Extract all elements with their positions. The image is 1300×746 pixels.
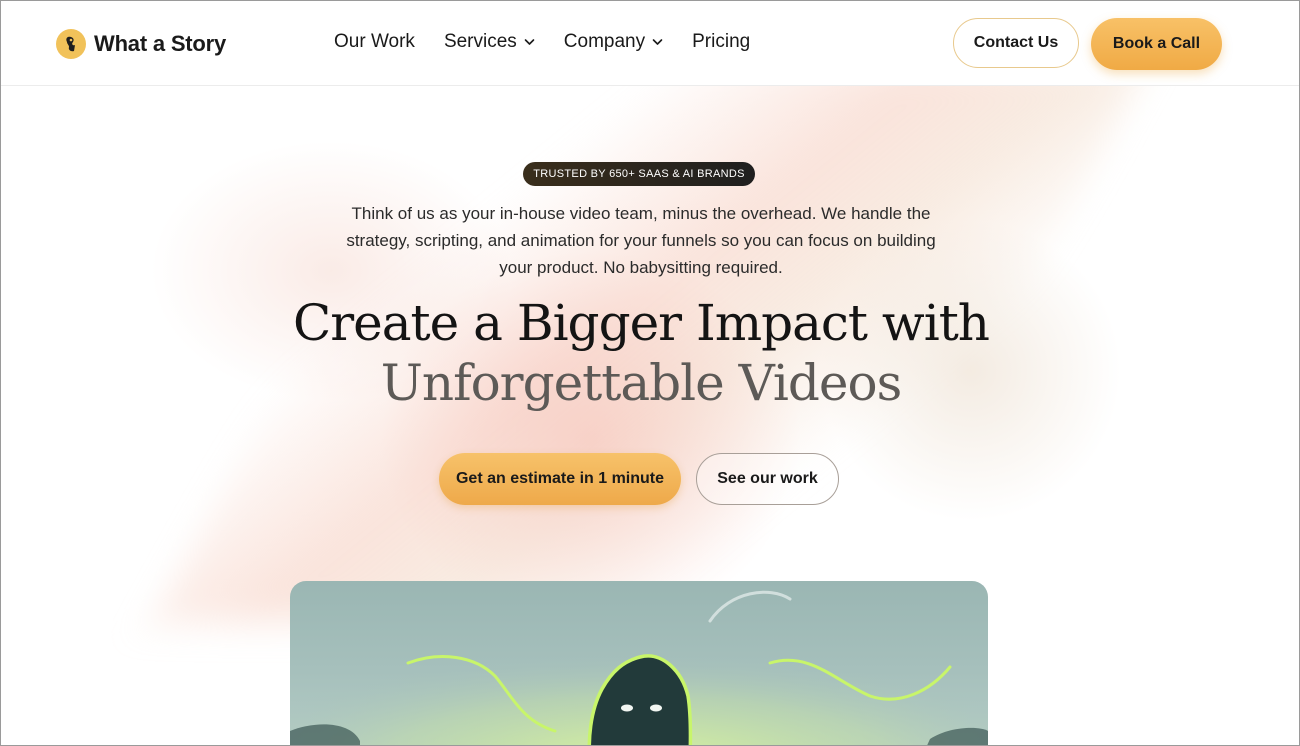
nav-item-services[interactable]: Services	[444, 31, 535, 53]
hero-subtitle-line: Think of us as your in-house video team,…	[351, 204, 931, 223]
chevron-down-icon	[652, 38, 663, 46]
top-navigation: What a Story Our Work Services Company P…	[1, 1, 1299, 86]
hero-subtitle-line: your product. No babysitting required.	[499, 258, 783, 277]
brand-logo-icon	[56, 29, 86, 59]
nav-item-label: Services	[443, 31, 517, 52]
hero-subtitle: Think of us as your in-house video team,…	[321, 200, 961, 281]
nav-item-label: Company	[563, 31, 646, 52]
nav-item-our-work[interactable]: Our Work	[334, 31, 415, 53]
nav-item-company[interactable]: Company	[564, 31, 663, 53]
hero-video-preview[interactable]	[290, 581, 988, 745]
get-estimate-button[interactable]: Get an estimate in 1 minute	[439, 453, 681, 505]
hero-subtitle-line: strategy, scripting, and animation for y…	[346, 231, 936, 250]
hero-headline-line-2: Unforgettable Videos	[380, 354, 903, 412]
trust-badge: TRUSTED BY 650+ SAAS & AI BRANDS	[523, 162, 755, 186]
video-character-illustration	[290, 581, 988, 745]
page: What a Story Our Work Services Company P…	[0, 0, 1300, 746]
hero-headline-line-1: Create a Bigger Impact with	[292, 294, 990, 352]
book-a-call-button[interactable]: Book a Call	[1091, 18, 1222, 70]
nav-item-label: Our Work	[334, 31, 415, 52]
chevron-down-icon	[524, 38, 535, 46]
nav-item-label: Pricing	[692, 31, 751, 52]
contact-us-button[interactable]: Contact Us	[953, 18, 1079, 68]
main-menu: Our Work Services Company Pricing	[334, 31, 779, 53]
brand-name: What a Story	[94, 31, 227, 56]
hero-headline: Create a Bigger Impact with Unforgettabl…	[251, 293, 1031, 413]
see-our-work-button[interactable]: See our work	[696, 453, 839, 505]
brand-logo-link[interactable]: What a Story	[56, 29, 226, 59]
nav-item-pricing[interactable]: Pricing	[692, 31, 750, 53]
